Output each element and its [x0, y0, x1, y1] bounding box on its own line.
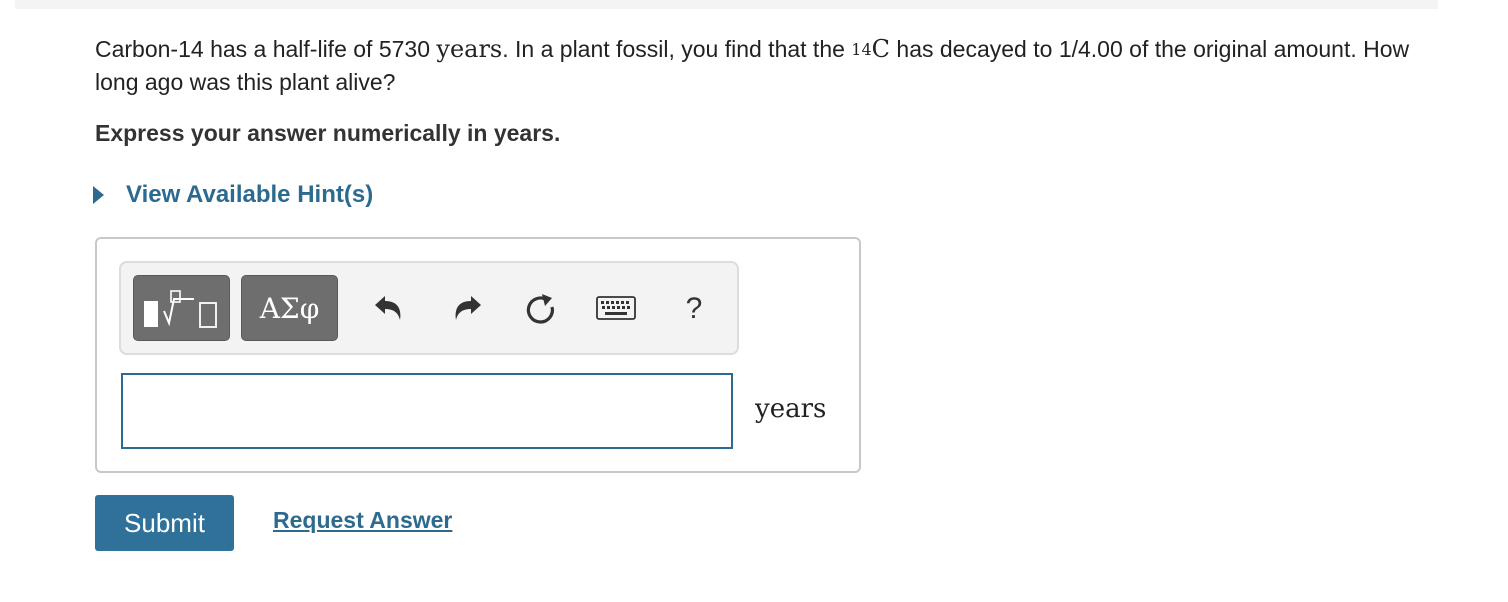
redo-icon[interactable]: [447, 289, 487, 329]
question-text: Carbon-14 has a half-life of 5730 years.…: [95, 33, 1435, 99]
submit-button[interactable]: Submit: [95, 495, 234, 551]
isotope-symbol: C: [871, 35, 891, 63]
math-toolbar: ΑΣφ ?: [119, 261, 739, 355]
view-hints-toggle[interactable]: View Available Hint(s): [93, 181, 373, 209]
answer-instruction: Express your answer numerically in years…: [95, 120, 561, 146]
keyboard-icon[interactable]: [593, 289, 639, 329]
view-hints-label[interactable]: View Available Hint(s): [126, 181, 373, 209]
math-years: years: [436, 35, 503, 63]
reset-icon[interactable]: [521, 289, 561, 329]
isotope-mass-number: 14: [851, 40, 872, 59]
caret-right-icon: [93, 186, 104, 204]
help-icon[interactable]: ?: [674, 289, 714, 329]
question-part-1: Carbon-14 has a half-life of 5730: [95, 36, 437, 62]
undo-icon[interactable]: [369, 289, 409, 329]
answer-panel: ΑΣφ ? years: [95, 237, 861, 473]
greek-symbols-button[interactable]: ΑΣφ: [241, 275, 338, 341]
templates-button[interactable]: [133, 275, 230, 341]
request-answer-link[interactable]: Request Answer: [273, 507, 452, 534]
question-part-2: . In a plant fossil, you find that the: [502, 36, 852, 62]
answer-input[interactable]: [121, 373, 733, 449]
templates-icon: [143, 290, 217, 328]
answer-unit: years: [755, 394, 827, 424]
isotope-c14: 14C: [851, 35, 890, 63]
top-divider: [15, 0, 1438, 9]
